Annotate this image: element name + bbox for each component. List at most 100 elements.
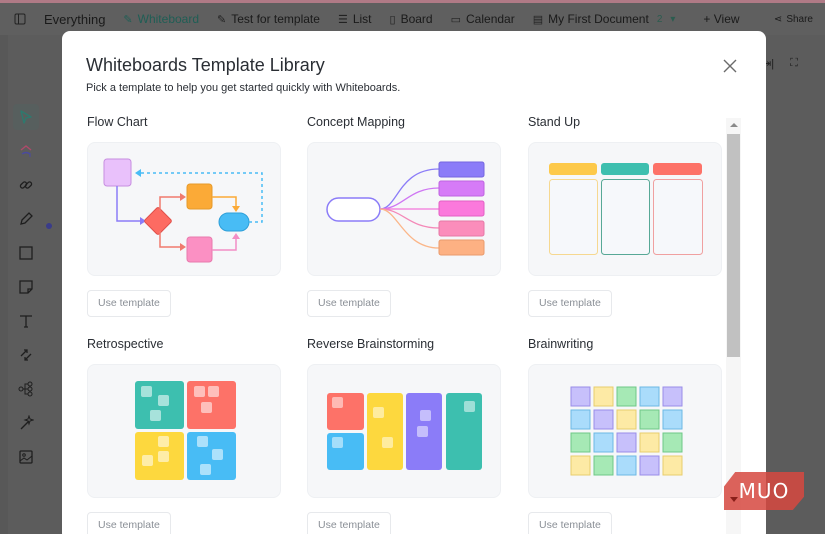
rb-sticky [382,437,393,448]
retro-sticky [158,395,169,406]
reverse-brainstorming-preview[interactable] [307,364,501,498]
add-view-button[interactable]: + View [703,12,739,26]
standup-column [601,179,650,255]
magic-wand-icon [20,415,34,430]
share-button[interactable]: ⋖ Share [774,14,813,25]
retrospective-preview[interactable] [87,364,281,498]
link-icon [19,181,33,189]
rectangle-tool[interactable] [13,240,39,266]
brainwriting-cell [593,409,614,430]
brainwriting-cell [639,432,660,453]
retro-sticky [197,436,208,447]
flow-end-terminal [218,212,250,232]
standup-column-header [653,163,702,175]
template-card-concept-mapping[interactable]: Concept Mapping Use template [307,115,501,317]
sidebar-toggle-button[interactable] [14,13,26,25]
template-name: Reverse Brainstorming [307,337,435,351]
stand-up-preview[interactable] [528,142,722,276]
tab-whiteboard[interactable]: ✎ Whiteboard [123,12,199,26]
scroll-up-arrow-icon[interactable] [726,118,741,132]
pen-icon [20,212,33,225]
select-tool[interactable] [13,104,39,130]
whiteboard-toolbar [8,100,44,476]
tab-test-for-template[interactable]: ✎ Test for template [217,12,320,26]
fullscreen-icon[interactable]: ⛶ [790,57,798,70]
flow-chart-preview[interactable] [87,142,281,276]
sticky-note-tool[interactable] [13,274,39,300]
concept-central-node [326,197,381,222]
flow-arrow [116,186,142,222]
scrollbar-thumb[interactable] [727,134,740,357]
templates-tool[interactable] [13,138,39,164]
use-template-button[interactable]: Use template [307,290,391,317]
flow-chart-illustration [103,158,263,263]
template-library-modal: Whiteboards Template Library Pick a temp… [62,31,766,534]
brainwriting-cell [593,432,614,453]
retro-quadrant [187,432,236,480]
ai-magic-tool[interactable] [13,410,39,436]
mind-map-icon [18,381,33,397]
template-card-flow-chart[interactable]: Flow Chart Use template [87,115,281,317]
retro-sticky [158,451,169,462]
tab-board[interactable]: ▯ Board [390,12,433,26]
concept-mapping-preview[interactable] [307,142,501,276]
template-card-stand-up[interactable]: Stand Up Use template [528,115,722,317]
brainwriting-cell [639,455,660,476]
brainwriting-cell [662,432,683,453]
concept-mapping-illustration [326,161,485,256]
close-icon[interactable] [722,58,738,74]
template-card-brainwriting[interactable]: Brainwriting Use template [528,337,722,534]
list-icon: ☰ [337,13,348,26]
flow-decision-diamond [144,207,172,235]
rb-sticky [464,401,475,412]
retro-sticky [194,386,205,397]
flow-process-box-pink [186,236,213,263]
template-card-reverse-brainstorming[interactable]: Reverse Brainstorming Use template [307,337,501,534]
stand-up-illustration [549,163,703,255]
chevron-down-icon: ▾ [670,13,676,25]
scroll-down-arrow-icon[interactable] [730,497,738,502]
template-name: Stand Up [528,115,581,129]
connector-tool[interactable] [13,342,39,368]
modal-scrollbar[interactable] [726,118,741,534]
retro-sticky [201,402,212,413]
retro-sticky [150,410,161,421]
retrospective-illustration [135,381,236,480]
template-name: Flow Chart [87,115,148,129]
brainwriting-cell [662,455,683,476]
use-template-button[interactable]: Use template [87,290,171,317]
concept-node [438,220,485,237]
brainwriting-cell [662,409,683,430]
brainwriting-cell [639,386,660,407]
flow-start-box [103,158,132,187]
rb-sticky [373,407,384,418]
text-tool[interactable] [13,308,39,334]
use-template-button[interactable]: Use template [307,512,391,534]
pen-tool[interactable] [13,206,39,232]
mind-map-tool[interactable] [13,376,39,402]
rb-sticky [332,397,343,408]
use-template-button[interactable]: Use template [87,512,171,534]
use-template-button[interactable]: Use template [528,290,612,317]
brainwriting-cell [616,386,637,407]
share-icon: ⋖ [773,13,783,25]
link-tool[interactable] [13,172,39,198]
tab-list[interactable]: ☰ List [338,12,372,26]
workspace-label[interactable]: Everything [44,12,105,27]
modal-title: Whiteboards Template Library [86,55,325,75]
template-name: Concept Mapping [307,115,405,129]
tab-calendar[interactable]: ▭ Calendar [451,12,515,26]
brainwriting-cell [616,432,637,453]
brainwriting-cell [616,409,637,430]
rb-sticky [417,426,428,437]
use-template-button[interactable]: Use template [528,512,612,534]
template-card-retrospective[interactable]: Retrospective Use template [87,337,281,534]
brainwriting-illustration [570,386,683,476]
image-tool[interactable] [13,444,39,470]
tab-my-first-document[interactable]: ▤ My First Document 2 ▾ [533,12,676,26]
cursor-icon [20,110,32,124]
brainwriting-cell [570,409,591,430]
image-icon [19,450,33,464]
brainwriting-preview[interactable] [528,364,722,498]
retro-sticky [158,436,169,447]
